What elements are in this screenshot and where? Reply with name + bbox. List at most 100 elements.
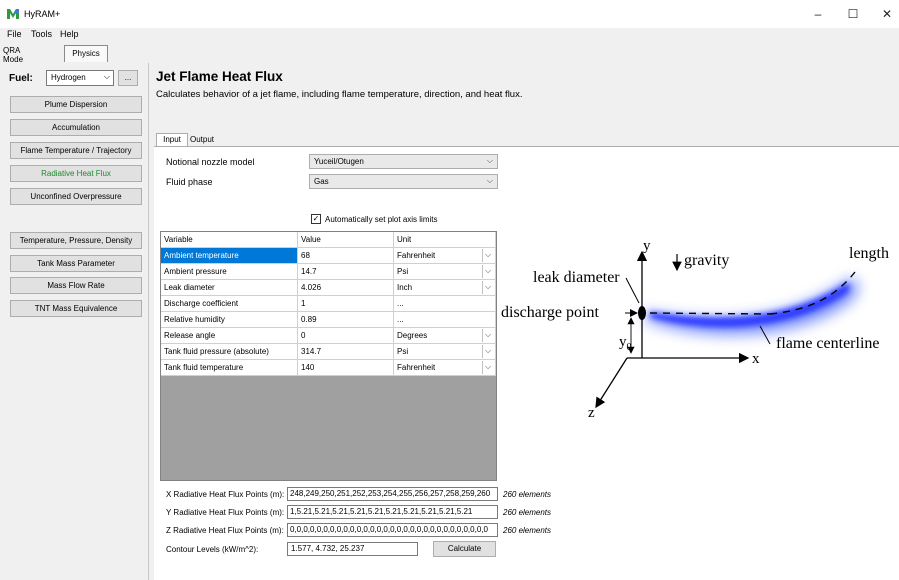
- value-cell[interactable]: 68: [298, 248, 394, 264]
- unit-value: Psi: [397, 267, 409, 276]
- nozzle-model-value: Yuceil/Otugen: [314, 157, 364, 166]
- value-cell[interactable]: 0.89: [298, 312, 394, 328]
- calculate-button[interactable]: Calculate: [433, 541, 496, 557]
- nav-tnt-mass-equivalence[interactable]: TNT Mass Equivalence: [10, 300, 142, 317]
- z-points-count: 260 elements: [503, 526, 552, 535]
- chevron-down-icon[interactable]: ⌵: [482, 281, 493, 294]
- autoscale-label: Automatically set plot axis limits: [325, 215, 438, 224]
- close-button[interactable]: ✕: [872, 6, 899, 22]
- value-cell[interactable]: 1: [298, 296, 394, 312]
- z-axis-label: z: [588, 405, 595, 421]
- fuel-options-button[interactable]: ...: [118, 70, 138, 86]
- variable-cell[interactable]: Ambient temperature: [161, 248, 298, 264]
- autoscale-checkbox[interactable]: ✓: [311, 214, 321, 224]
- table-row[interactable]: Release angle 0 Degrees ⌵: [161, 328, 496, 344]
- y-points-count: 260 elements: [503, 508, 552, 517]
- nav-flame-temperature[interactable]: Flame Temperature / Trajectory: [10, 142, 142, 159]
- nav-temperature-pressure-density[interactable]: Temperature, Pressure, Density: [10, 232, 142, 249]
- fluid-phase-select[interactable]: Gas ⌵: [309, 174, 498, 189]
- chevron-down-icon[interactable]: ⌵: [482, 361, 493, 374]
- table-row[interactable]: Tank fluid temperature 140 Fahrenheit ⌵: [161, 360, 496, 376]
- leak-diameter-label: leak diameter: [533, 269, 620, 286]
- table-row[interactable]: Relative humidity 0.89 ...: [161, 312, 496, 328]
- contour-levels-label: Contour Levels (kW/m^2):: [166, 545, 259, 554]
- unit-cell[interactable]: Psi ⌵: [394, 264, 496, 280]
- parameters-grid: Variable Value Unit Ambient temperature …: [160, 231, 497, 481]
- nozzle-model-select[interactable]: Yuceil/Otugen ⌵: [309, 154, 498, 169]
- z-points-input[interactable]: 0,0,0,0,0,0,0,0,0,0,0,0,0,0,0,0,0,0,0,0,…: [287, 523, 498, 537]
- variable-cell[interactable]: Leak diameter: [161, 280, 298, 296]
- x-points-count: 260 elements: [503, 490, 552, 499]
- y-points-input[interactable]: 1,5.21,5.21,5.21,5.21,5.21,5.21,5.21,5.2…: [287, 505, 498, 519]
- variable-cell[interactable]: Tank fluid temperature: [161, 360, 298, 376]
- menu-tools[interactable]: Tools: [31, 29, 52, 39]
- unit-cell[interactable]: ...: [394, 296, 496, 312]
- chevron-down-icon[interactable]: ⌵: [482, 329, 493, 342]
- maximize-button[interactable]: ☐: [838, 6, 868, 22]
- variable-cell[interactable]: Ambient pressure: [161, 264, 298, 280]
- unit-cell[interactable]: Degrees ⌵: [394, 328, 496, 344]
- unit-cell[interactable]: Fahrenheit ⌵: [394, 248, 496, 264]
- contour-levels-input[interactable]: 1.577, 4.732, 25.237: [287, 542, 418, 556]
- unit-cell[interactable]: ...: [394, 312, 496, 328]
- unit-cell[interactable]: Fahrenheit ⌵: [394, 360, 496, 376]
- table-row[interactable]: Discharge coefficient 1 ...: [161, 296, 496, 312]
- nav-tank-mass-parameter[interactable]: Tank Mass Parameter: [10, 255, 142, 272]
- unit-value: Psi: [397, 347, 409, 356]
- grid-header-row: Variable Value Unit: [161, 232, 496, 248]
- column-header[interactable]: Variable: [161, 232, 298, 248]
- y-points-label: Y Radiative Heat Flux Points (m):: [166, 508, 285, 517]
- variable-cell[interactable]: Release angle: [161, 328, 298, 344]
- fuel-label: Fuel:: [9, 73, 33, 84]
- value-cell[interactable]: 14.7: [298, 264, 394, 280]
- qra-mode-tab[interactable]: QRA Mode: [3, 46, 23, 64]
- z-points-label: Z Radiative Heat Flux Points (m):: [166, 526, 284, 535]
- variable-cell[interactable]: Relative humidity: [161, 312, 298, 328]
- x-points-input[interactable]: 248,249,250,251,252,253,254,255,256,257,…: [287, 487, 498, 501]
- flame-centerline-label: flame centerline: [776, 335, 880, 352]
- column-header[interactable]: Unit: [394, 232, 496, 248]
- chevron-down-icon[interactable]: ⌵: [482, 345, 493, 358]
- nozzle-model-label: Notional nozzle model: [166, 157, 255, 167]
- tab-input[interactable]: Input: [156, 133, 188, 147]
- unit-value: Fahrenheit: [397, 363, 436, 372]
- fuel-select[interactable]: Hydrogen ⌵: [46, 70, 114, 86]
- nav-unconfined-overpressure[interactable]: Unconfined Overpressure: [10, 188, 142, 205]
- x-points-label: X Radiative Heat Flux Points (m):: [166, 490, 285, 499]
- pane-splitter[interactable]: [148, 63, 149, 580]
- table-row[interactable]: Leak diameter 4.026 Inch ⌵: [161, 280, 496, 296]
- nav-accumulation[interactable]: Accumulation: [10, 119, 142, 136]
- value-cell[interactable]: 314.7: [298, 344, 394, 360]
- chevron-down-icon: ⌵: [486, 156, 493, 165]
- table-row[interactable]: Ambient pressure 14.7 Psi ⌵: [161, 264, 496, 280]
- value-cell[interactable]: 140: [298, 360, 394, 376]
- x-axis-label: x: [752, 351, 760, 367]
- value-cell[interactable]: 0: [298, 328, 394, 344]
- minimize-button[interactable]: –: [803, 6, 833, 22]
- length-label: length: [849, 245, 889, 262]
- variable-cell[interactable]: Tank fluid pressure (absolute): [161, 344, 298, 360]
- nav-plume-dispersion[interactable]: Plume Dispersion: [10, 96, 142, 113]
- leak-diameter-pointer: [625, 277, 640, 304]
- table-row[interactable]: Ambient temperature 68 Fahrenheit ⌵: [161, 248, 496, 264]
- unit-cell[interactable]: Psi ⌵: [394, 344, 496, 360]
- variable-cell[interactable]: Discharge coefficient: [161, 296, 298, 312]
- nav-radiative-heat-flux[interactable]: Radiative Heat Flux: [10, 165, 142, 182]
- menu-help[interactable]: Help: [60, 29, 79, 39]
- flame-plume: [645, 279, 859, 335]
- menu-file[interactable]: File: [7, 29, 22, 39]
- value-cell[interactable]: 4.026: [298, 280, 394, 296]
- column-header[interactable]: Value: [298, 232, 394, 248]
- physics-mode-tab[interactable]: Physics: [64, 45, 108, 62]
- page-description: Calculates behavior of a jet flame, incl…: [156, 89, 523, 100]
- chevron-down-icon: ⌵: [103, 72, 110, 81]
- chevron-down-icon[interactable]: ⌵: [482, 249, 493, 262]
- fuel-value: Hydrogen: [51, 73, 86, 82]
- nav-mass-flow-rate[interactable]: Mass Flow Rate: [10, 277, 142, 294]
- table-row[interactable]: Tank fluid pressure (absolute) 314.7 Psi…: [161, 344, 496, 360]
- tab-output[interactable]: Output: [190, 135, 214, 144]
- unit-cell[interactable]: Inch ⌵: [394, 280, 496, 296]
- window-title: HyRAM+: [24, 9, 61, 19]
- unit-value: Fahrenheit: [397, 251, 436, 260]
- chevron-down-icon[interactable]: ⌵: [482, 265, 493, 278]
